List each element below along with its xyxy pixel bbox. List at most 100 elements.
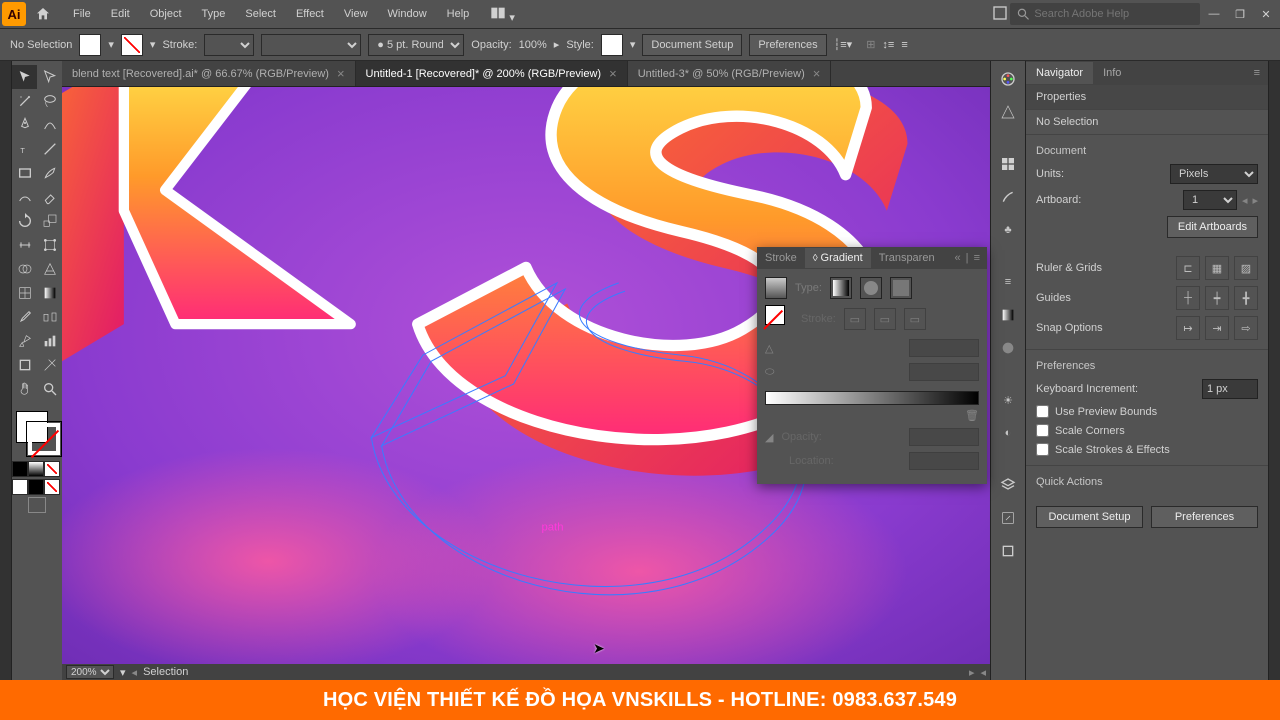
line-tool[interactable] xyxy=(37,137,62,161)
gopacity-input[interactable] xyxy=(909,428,979,446)
stroke-panel-icon[interactable]: ≡ xyxy=(996,270,1020,294)
graph-tool[interactable] xyxy=(37,329,62,353)
layout-icon[interactable]: ▾ xyxy=(490,5,515,24)
menu-window[interactable]: Window xyxy=(379,3,436,25)
menu-file[interactable]: File xyxy=(64,3,100,25)
perspective-tool[interactable] xyxy=(37,257,62,281)
qa-doc-setup-button[interactable]: Document Setup xyxy=(1036,506,1143,528)
stroke-profile[interactable] xyxy=(261,34,361,56)
menu-select[interactable]: Select xyxy=(236,3,285,25)
appearance-icon[interactable]: ☀ xyxy=(996,388,1020,412)
use-preview-checkbox[interactable]: Use Preview Bounds xyxy=(1036,402,1258,421)
guides-show-icon[interactable]: ┼ xyxy=(1176,286,1200,310)
snap-point-icon[interactable]: ⇥ xyxy=(1205,316,1229,340)
doc-tab-2[interactable]: Untitled-3* @ 50% (RGB/Preview)× xyxy=(628,61,832,86)
prefs-button[interactable]: Preferences xyxy=(749,34,826,56)
artboard-select[interactable]: 1 xyxy=(1183,190,1237,210)
next-artboard-icon[interactable]: ▸ xyxy=(1252,194,1258,207)
stroke-weight[interactable] xyxy=(204,34,254,56)
transform-icon[interactable]: ↕≡ xyxy=(882,39,894,51)
smart-guides-icon[interactable]: ╋ xyxy=(1234,286,1258,310)
scale-corners-checkbox[interactable]: Scale Corners xyxy=(1036,421,1258,440)
doc-setup-button[interactable]: Document Setup xyxy=(642,34,742,56)
lasso-tool[interactable] xyxy=(37,89,62,113)
close-icon[interactable]: ✕ xyxy=(1254,4,1278,25)
keyboard-increment-input[interactable] xyxy=(1202,379,1258,399)
prev-artboard-icon[interactable]: ◂ xyxy=(1242,194,1248,207)
gradient-tool[interactable] xyxy=(37,281,62,305)
panel-menu-icon[interactable]: ≡ xyxy=(1246,67,1268,79)
graphic-styles-icon[interactable]: ◐ xyxy=(996,421,1020,445)
rectangle-tool[interactable] xyxy=(12,161,37,185)
menu-type[interactable]: Type xyxy=(193,3,235,25)
glocation-input[interactable] xyxy=(909,452,979,470)
search-input[interactable] xyxy=(1034,8,1194,20)
style-swatch[interactable] xyxy=(601,34,623,56)
edit-artboards-button[interactable]: Edit Artboards xyxy=(1167,216,1258,238)
draw-mode-icons[interactable] xyxy=(12,479,62,495)
tab-info[interactable]: Info xyxy=(1093,62,1131,84)
gradient-panel-icon[interactable] xyxy=(996,303,1020,327)
menu-object[interactable]: Object xyxy=(141,3,191,25)
blend-tool[interactable] xyxy=(37,305,62,329)
close-icon[interactable]: × xyxy=(609,66,617,81)
screen-mode-icons[interactable] xyxy=(12,497,62,513)
options-icon[interactable]: ≡ xyxy=(901,39,907,51)
units-select[interactable]: Pixels xyxy=(1170,164,1258,184)
radial-gradient-icon[interactable] xyxy=(860,277,882,299)
gradient-preview[interactable] xyxy=(765,277,787,299)
stroke-swatch[interactable] xyxy=(121,34,143,56)
menu-edit[interactable]: Edit xyxy=(102,3,139,25)
selection-tool[interactable] xyxy=(12,65,37,89)
shape-builder-tool[interactable] xyxy=(12,257,37,281)
free-transform-tool[interactable] xyxy=(37,233,62,257)
dock-left[interactable] xyxy=(0,61,12,680)
artboards-icon[interactable] xyxy=(996,539,1020,563)
scale-tool[interactable] xyxy=(37,209,62,233)
close-icon[interactable]: × xyxy=(337,66,345,81)
freeform-gradient-icon[interactable] xyxy=(890,277,912,299)
fill-stroke-indicator[interactable] xyxy=(12,407,62,457)
rotate-tool[interactable] xyxy=(12,209,37,233)
guides-lock-icon[interactable]: ┿ xyxy=(1205,286,1229,310)
linear-gradient-icon[interactable] xyxy=(830,277,852,299)
gtab-transparency[interactable]: Transparen xyxy=(871,248,943,268)
slice-tool[interactable] xyxy=(37,353,62,377)
aspect-input[interactable] xyxy=(909,363,979,381)
type-tool[interactable]: T xyxy=(12,137,37,161)
symbols-icon[interactable]: ♣ xyxy=(996,218,1020,242)
menu-help[interactable]: Help xyxy=(438,3,479,25)
width-tool[interactable] xyxy=(12,233,37,257)
tab-navigator[interactable]: Navigator xyxy=(1026,62,1093,84)
zoom-tool[interactable] xyxy=(37,377,62,401)
arrange-docs-icon[interactable] xyxy=(992,5,1008,24)
angle-input[interactable] xyxy=(909,339,979,357)
transparency-grid-icon[interactable]: ▨ xyxy=(1234,256,1258,280)
zoom-dropdown[interactable]: 200% xyxy=(66,665,114,679)
close-icon[interactable]: × xyxy=(813,66,821,81)
home-icon[interactable] xyxy=(32,3,54,25)
eyedropper-tool[interactable] xyxy=(12,305,37,329)
gradient-floating-panel[interactable]: Stroke ◊ Gradient Transparen « | ≡ Type:… xyxy=(757,247,987,484)
maximize-icon[interactable]: ❐ xyxy=(1228,4,1252,25)
color-panel-icon[interactable] xyxy=(996,67,1020,91)
menu-effect[interactable]: Effect xyxy=(287,3,333,25)
shaper-tool[interactable] xyxy=(12,185,37,209)
scale-strokes-checkbox[interactable]: Scale Strokes & Effects xyxy=(1036,440,1258,459)
gtab-gradient[interactable]: ◊ Gradient xyxy=(805,248,871,268)
brushes-icon[interactable] xyxy=(996,185,1020,209)
ruler-icon[interactable]: ⊏ xyxy=(1176,256,1200,280)
opacity-value[interactable]: 100% xyxy=(519,39,547,51)
layers-icon[interactable] xyxy=(996,473,1020,497)
panel-collapse-icon[interactable]: « | ≡ xyxy=(948,252,987,264)
grid-icon[interactable]: ▦ xyxy=(1205,256,1229,280)
gtab-stroke[interactable]: Stroke xyxy=(757,248,805,268)
transparency-icon[interactable] xyxy=(996,336,1020,360)
symbol-sprayer-tool[interactable] xyxy=(12,329,37,353)
asset-export-icon[interactable] xyxy=(996,506,1020,530)
qa-prefs-button[interactable]: Preferences xyxy=(1151,506,1258,528)
curvature-tool[interactable] xyxy=(37,113,62,137)
fill-swatch[interactable] xyxy=(79,34,101,56)
pen-tool[interactable] xyxy=(12,113,37,137)
brush-def[interactable]: ● 5 pt. Round xyxy=(368,34,464,56)
